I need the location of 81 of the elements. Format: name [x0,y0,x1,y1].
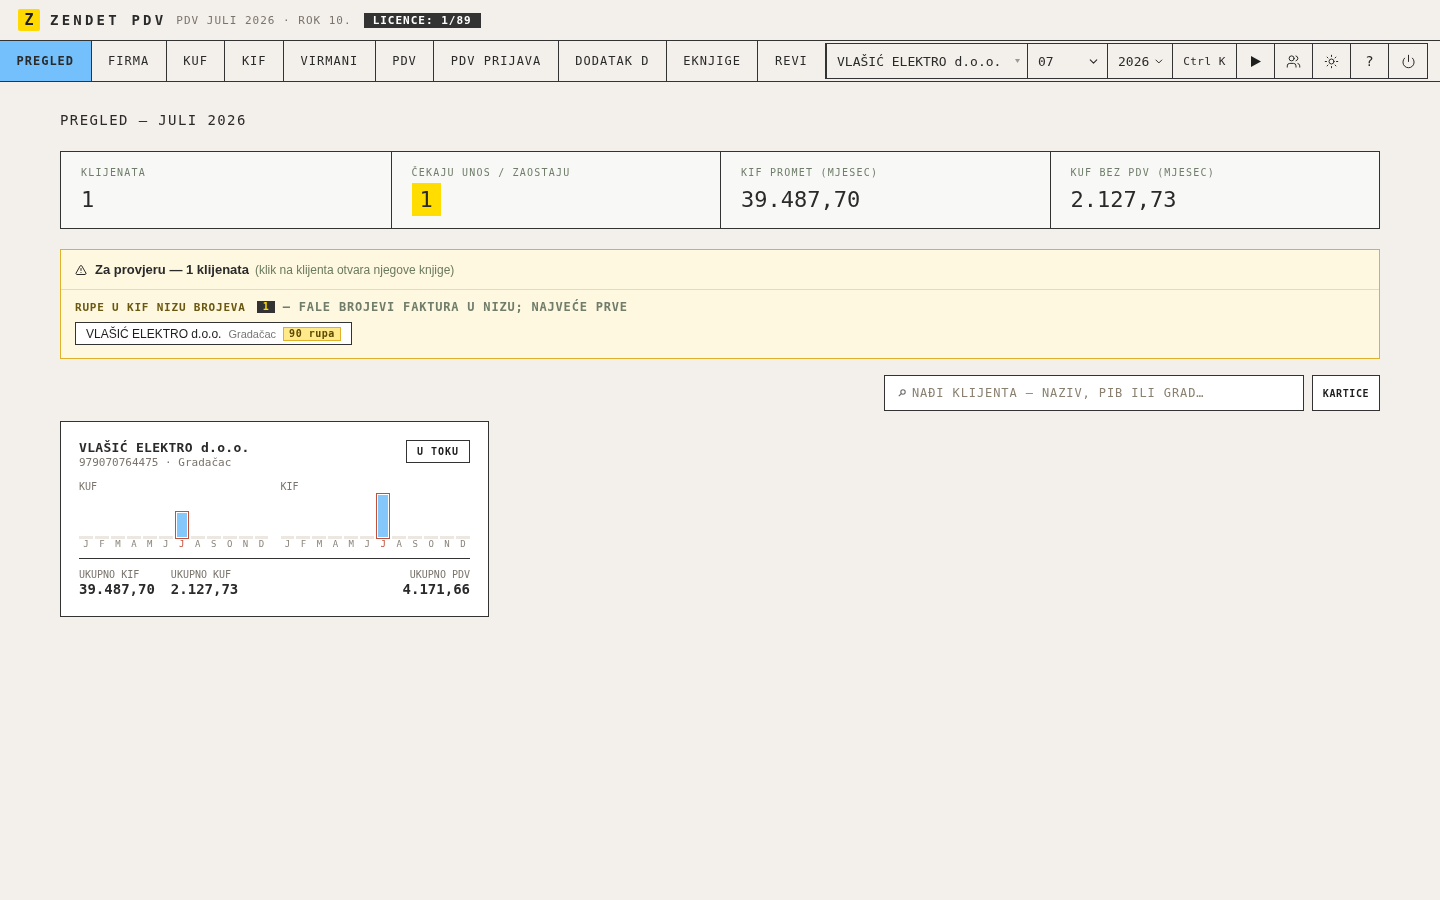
alert-title: Za provjeru — 1 klijenata [95,262,249,277]
nav-tab[interactable]: FIRMA [91,41,167,81]
year-select[interactable]: 2026 [1108,44,1173,78]
month-label: F [99,539,105,550]
month-label: J [284,539,291,550]
nav-tab[interactable]: KUF [166,41,226,81]
nav-tab[interactable]: PREGLED [0,41,92,81]
month-label: O [226,539,233,550]
month-label: N [444,539,450,550]
month-label: F [300,539,307,550]
nav-tab[interactable]: KIF [225,41,285,81]
client-select[interactable]: VLAŠIĆ ELEKTRO d.o.o. [827,44,1028,78]
nav-tab[interactable]: DODATAK D [558,41,667,81]
month-label: A [131,539,137,550]
month-label: D [258,539,265,550]
month-select[interactable]: 07 [1028,44,1108,78]
status-tag: U TOKU [405,440,470,463]
month-label: J [364,539,370,550]
total-label: UKUPNO PDV [409,569,470,581]
stat-label: ČEKAJU UNOS / ZAOSTAJU [411,167,571,179]
licence-label: LICENCE: 1/89 [363,12,481,28]
period-subtitle: PDV JULI 2026 · ROK 10. [176,13,352,27]
nav-tab[interactable]: PDV [375,41,435,81]
search-icon [898,389,906,397]
gap-count-badge: 90 rupa [283,326,341,341]
total-value: 2.127,73 [170,581,239,597]
stat-label: KUF BEZ PDV (MJESEC) [1070,167,1215,179]
month-label: A [396,539,402,550]
month-label: J [83,539,89,550]
stat-label: KIF PROMET (MJESEC) [741,167,879,179]
stat-label: KLIJENATA [81,167,146,179]
help-button[interactable]: ? [1351,44,1389,78]
total-label: UKUPNO KIF [79,569,140,581]
month-label: J [179,539,185,550]
chart-label: KIF [280,481,299,493]
month-label: J [380,539,386,550]
sun-icon [1324,53,1339,69]
client-card[interactable]: VLAŠIĆ ELEKTRO d.o.o. 979070764475 · Gradačac U TOKU KUF J F M A M J J A S O N D KIF J F M A M J J A S O N D UKUPNO KIF 39.487,70 UKUPNO KUF 2.127,73 UKUPNO PDV 4.171,66 [60,421,489,617]
command-palette-button[interactable]: Ctrl K [1173,44,1237,78]
logo: Z [18,9,40,31]
count-badge: 1 [256,301,275,313]
month-label: A [332,539,339,550]
section-title: RUPE U KIF NIZU BROJEVA [75,300,246,314]
month-label: S [210,539,217,550]
nav-tab[interactable]: EKNJIGE [666,41,759,81]
page-title: PREGLED — JULI 2026 [60,112,247,128]
search-field[interactable]: NAĐI KLIJENTA — NAZIV, PIB ILI GRAD… [884,375,1304,411]
section-description: — FALE BROJEVI FAKTURA U NIZU; NAJVEĆE PRVE [282,300,628,314]
month-label: M [115,539,121,550]
month-label: M [316,539,323,550]
chart-label: KUF [79,481,98,493]
stat-value: 2.127,73 [1070,186,1177,214]
cards-view-button[interactable]: KARTICE [1312,375,1380,411]
stat-value: 1 [81,186,95,214]
nav-tab[interactable]: VIRMANI [284,41,376,81]
month-label: M [147,539,153,550]
alert-note: (klik na klijenta otvara njegove knjige) [254,262,455,277]
client-chip[interactable]: VLAŠIĆ ELEKTRO d.o.o. Gradačac 90 rupa [75,322,352,345]
client-name: VLAŠIĆ ELEKTRO d.o.o. [79,440,250,456]
month-label: M [348,539,354,550]
nav-tab[interactable]: REVI [758,41,825,81]
warning-icon [75,263,87,276]
total-label: UKUPNO KUF [170,569,232,581]
play-icon [1250,55,1261,67]
month-label: N [242,539,249,550]
power-icon [1400,53,1416,69]
month-label: S [412,539,418,550]
month-label: A [194,539,201,550]
client-meta: 979070764475 · Gradačac [79,456,232,469]
total-value: 4.171,66 [402,581,470,597]
month-label: D [460,539,466,550]
client-city: Gradačac [228,327,277,340]
users-icon [1286,53,1301,69]
month-label: J [163,539,169,550]
stat-value: 39.487,70 [741,186,861,214]
app-name: ZENDET PDV [50,12,167,28]
stat-value: 1 [411,183,441,216]
dropdown-triangle-icon [1015,59,1020,63]
total-value: 39.487,70 [79,581,155,597]
month-label: O [428,539,434,550]
nav-tab[interactable]: PDV PRIJAVA [434,41,559,81]
